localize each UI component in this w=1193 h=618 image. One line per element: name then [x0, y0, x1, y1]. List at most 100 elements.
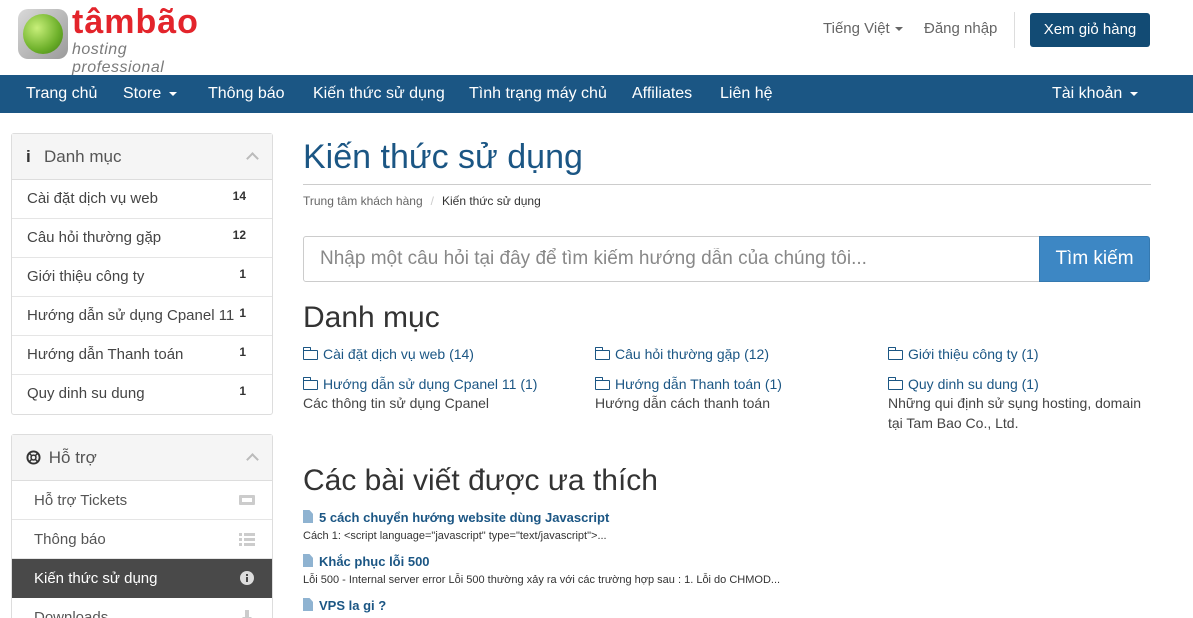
caret-down-icon: [169, 91, 178, 96]
kb-search-input[interactable]: [303, 236, 1041, 282]
sidebar-support-downloads[interactable]: Downloads: [12, 598, 272, 618]
sidebar-category-label: Hướng dẫn sử dụng Cpanel 11: [27, 307, 235, 324]
kb-category: Hướng dẫn sử dụng Cpanel 11 (1) Các thôn…: [302, 376, 593, 413]
document-icon: [303, 598, 313, 611]
kb-category: Hướng dẫn Thanh toán (1) Hướng dẫn cách …: [594, 376, 885, 413]
info-icon: i: [26, 147, 31, 166]
folder-icon: [887, 377, 903, 390]
caret-down-icon: [1130, 91, 1139, 96]
kb-category-description: Các thông tin sử dụng Cpanel: [303, 395, 490, 411]
sidebar-category-label: Giới thiệu công ty: [27, 268, 145, 285]
ticket-icon: [239, 495, 255, 505]
article-link[interactable]: 5 cách chuyển hướng website dùng Javascr…: [303, 510, 1153, 525]
folder-icon: [302, 347, 318, 360]
info-icon: [240, 571, 254, 585]
kb-search-button[interactable]: Tìm kiếm: [1039, 236, 1150, 282]
kb-category-link[interactable]: Hướng dẫn sử dụng Cpanel 11 (1): [302, 376, 593, 392]
sidebar-category-item[interactable]: Câu hỏi thường gặp 12: [12, 219, 272, 258]
sidebar-category-count: 12: [232, 228, 246, 242]
categories-panel-title: Danh mục: [44, 147, 122, 166]
nav-store-label: Store: [123, 85, 162, 102]
sidebar-category-label: Câu hỏi thường gặp: [27, 229, 162, 246]
article-title: 5 cách chuyển hướng website dùng Javascr…: [319, 510, 610, 525]
kb-category-link[interactable]: Quy dinh su dung (1): [887, 376, 1150, 392]
kb-category-label: Hướng dẫn Thanh toán (1): [615, 376, 782, 392]
article-link[interactable]: VPS la gi ?: [303, 598, 1153, 613]
sidebar-category-count: 1: [239, 345, 246, 359]
support-panel-header[interactable]: Hỗ trợ: [12, 435, 272, 481]
sidebar-support-announcements[interactable]: Thông báo: [12, 520, 272, 559]
sidebar-support-label: Downloads: [34, 609, 109, 618]
sidebar-category-count: 1: [239, 384, 246, 398]
sidebar-support-label: Hỗ trợ Tickets: [34, 492, 128, 509]
sidebar-category-label: Cài đặt dịch vụ web: [27, 190, 158, 207]
sidebar-category-item[interactable]: Hướng dẫn sử dụng Cpanel 11 1: [12, 297, 272, 336]
categories-panel: i Danh mục Cài đặt dịch vụ web 14 Câu hỏi …: [11, 133, 273, 415]
logo-tagline: hosting professional: [72, 41, 165, 76]
support-panel-title: Hỗ trợ: [48, 448, 97, 467]
folder-icon: [594, 347, 610, 360]
kb-category-label: Quy dinh su dung (1): [908, 376, 1039, 392]
document-icon: [303, 554, 313, 567]
kb-category-link[interactable]: Giới thiệu công ty (1): [887, 346, 1178, 362]
sidebar-category-count: 14: [232, 189, 246, 203]
article-title: Khắc phục lỗi 500: [319, 554, 430, 569]
page-title: Kiến thức sử dụng: [303, 138, 583, 176]
folder-icon: [887, 347, 903, 360]
kb-category-label: Câu hỏi thường gặp (12): [615, 346, 769, 362]
sidebar-category-count: 1: [239, 267, 246, 281]
kb-category: Cài đặt dịch vụ web (14): [302, 346, 593, 362]
sidebar-support-label: Kiến thức sử dụng: [34, 570, 158, 587]
sidebar-category-item[interactable]: Hướng dẫn Thanh toán 1: [12, 336, 272, 375]
breadcrumb: Trung tâm khách hàng / Kiến thức sử dụng: [303, 194, 541, 208]
article-item: Khắc phục lỗi 500 Lỗi 500 - Internal ser…: [303, 554, 1153, 586]
categories-heading: Danh mục: [303, 301, 440, 334]
chevron-up-icon[interactable]: [246, 453, 259, 466]
view-cart-button[interactable]: Xem giỏ hàng: [1030, 13, 1150, 47]
chevron-up-icon[interactable]: [246, 152, 259, 165]
caret-down-icon: [894, 27, 903, 32]
breadcrumb-home[interactable]: Trung tâm khách hàng: [303, 194, 423, 208]
document-icon: [303, 510, 313, 523]
nav-affiliates[interactable]: Affiliates: [632, 75, 692, 113]
article-link[interactable]: Khắc phục lỗi 500: [303, 554, 1153, 569]
article-title: VPS la gi ?: [319, 598, 387, 613]
nav-knowledgebase[interactable]: Kiến thức sử dụng: [313, 75, 445, 113]
kb-category-link[interactable]: Câu hỏi thường gặp (12): [594, 346, 885, 362]
kb-category: Giới thiệu công ty (1): [887, 346, 1178, 362]
sidebar-support-knowledgebase[interactable]: Kiến thức sử dụng: [12, 559, 272, 598]
top-header: tâmbão hosting professional Tiếng Việt Đ…: [0, 0, 1193, 76]
nav-account-label: Tài khoản: [1052, 85, 1123, 102]
sidebar-category-item[interactable]: Cài đặt dịch vụ web 14: [12, 180, 272, 219]
categories-panel-header[interactable]: i Danh mục: [12, 134, 272, 180]
nav-announcements[interactable]: Thông báo: [208, 75, 285, 113]
popular-articles-heading: Các bài viết được ưa thích: [303, 464, 658, 497]
nav-contact[interactable]: Liên hệ: [720, 75, 773, 113]
sidebar-support-tickets[interactable]: Hỗ trợ Tickets: [12, 481, 272, 520]
sidebar-category-item[interactable]: Quy dinh su dung 1: [12, 375, 272, 414]
sidebar-category-item[interactable]: Giới thiệu công ty 1: [12, 258, 272, 297]
article-item: 5 cách chuyển hướng website dùng Javascr…: [303, 510, 1153, 542]
nav-account[interactable]: Tài khoản: [1052, 75, 1139, 113]
breadcrumb-current: Kiến thức sử dụng: [441, 194, 541, 208]
kb-category-description: Những qui định sử sụng hosting, domain t…: [888, 395, 1142, 431]
logo[interactable]: tâmbão hosting professional: [18, 3, 218, 76]
kb-category: Quy dinh su dung (1) Những qui định sử s…: [887, 376, 1150, 433]
login-link[interactable]: Đăng nhập: [924, 20, 997, 37]
list-icon: [239, 533, 255, 546]
kb-category-link[interactable]: Cài đặt dịch vụ web (14): [302, 346, 593, 362]
nav-store[interactable]: Store: [123, 75, 178, 113]
globe-logo-icon: [18, 9, 68, 59]
life-ring-icon: [26, 448, 44, 468]
sidebar-category-label: Quy dinh su dung: [27, 385, 145, 402]
kb-category-description: Hướng dẫn cách thanh toán: [595, 395, 771, 411]
support-panel: Hỗ trợ Hỗ trợ Tickets Thông báo Kiến thứ…: [11, 434, 273, 618]
nav-server-status[interactable]: Tình trạng máy chủ: [469, 75, 607, 113]
nav-home[interactable]: Trang chủ: [26, 75, 97, 113]
kb-category-label: Giới thiệu công ty (1): [908, 346, 1039, 362]
download-icon: [242, 610, 252, 618]
kb-category-link[interactable]: Hướng dẫn Thanh toán (1): [594, 376, 885, 392]
logo-brand: tâmbão: [72, 3, 199, 41]
language-dropdown[interactable]: Tiếng Việt: [823, 20, 903, 37]
kb-category-label: Cài đặt dịch vụ web (14): [323, 346, 474, 362]
